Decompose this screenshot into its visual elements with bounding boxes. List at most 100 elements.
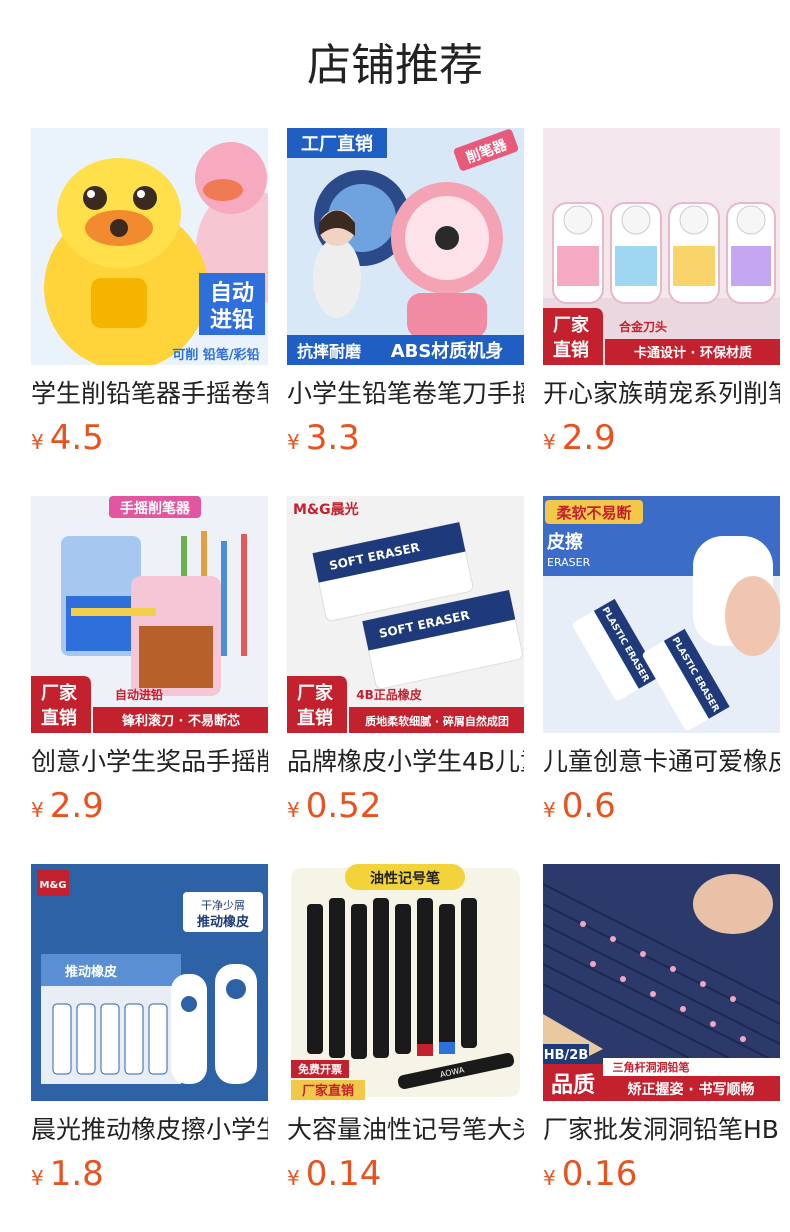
svg-text:自动进铅: 自动进铅 [115,687,163,702]
product-title[interactable]: 儿童创意卡通可爱橡皮 [543,744,780,780]
product-title[interactable]: 创意小学生奖品手摇削 [31,744,268,780]
svg-text:直销: 直销 [297,707,333,729]
svg-text:三角杆洞洞铅笔: 三角杆洞洞铅笔 [613,1060,690,1074]
svg-text:品质: 品质 [551,1073,595,1098]
product-price: ¥0.52 [287,783,524,829]
product-image[interactable]: HB/2B 品质 三角杆洞洞铅笔 矫正握姿 · 书写顺畅 [543,864,780,1101]
currency-symbol: ¥ [543,798,556,822]
plastic-eraser-icon: 柔软不易断 皮擦 ERASER PLASTIC ERASER PLASTIC E… [543,496,780,733]
product-grid: 自动 进铅 可削 铅笔/彩铅 学生削铅笔器手摇卷笔 ¥4.5 工厂直销 削笔器 [31,128,780,1232]
duck-sharpener-icon: 自动 进铅 可削 铅笔/彩铅 [31,128,268,365]
price-value: 2.9 [561,418,616,458]
marker-pens-icon: 油性记号笔 AOWA 免费开票 厂家直销 [287,864,524,1101]
product-card[interactable]: M&G晨光 SOFT ERASER SOFT ERASER 厂家 直销 4B正品… [287,496,524,864]
product-card[interactable]: HB/2B 品质 三角杆洞洞铅笔 矫正握姿 · 书写顺畅 厂家批发洞洞铅笔HB … [543,864,780,1232]
svg-text:质地柔软细腻 · 碎屑自然成团: 质地柔软细腻 · 碎屑自然成团 [365,714,509,728]
product-card[interactable]: 工厂直销 削笔器 抗摔耐磨 ABS材质机身 小学生铅笔卷笔刀手摇 ¥ 3.3 [287,128,524,496]
svg-text:M&G晨光: M&G晨光 [293,501,359,518]
svg-text:抗摔耐磨: 抗摔耐磨 [297,342,361,361]
currency-symbol: ¥ [287,430,300,454]
price-value: 1.8 [49,1154,104,1194]
price-value: 0.6 [561,786,616,826]
product-card[interactable]: M&G 干净少屑 推动橡皮 推动橡皮 晨光推动橡皮擦小学生 ¥ 1.8 [31,864,268,1232]
svg-text:免费开票: 免费开票 [298,1062,342,1076]
product-price: ¥2.9 [31,783,268,829]
product-price: ¥4.5 [31,415,268,461]
svg-text:厂家: 厂家 [553,314,590,336]
product-title[interactable]: 小学生铅笔卷笔刀手摇 [287,376,524,412]
svg-text:4B正品橡皮: 4B正品橡皮 [356,687,422,702]
svg-text:锋利滚刀 · 不易断芯: 锋利滚刀 · 不易断芯 [122,713,240,729]
svg-text:推动橡皮: 推动橡皮 [197,914,249,930]
svg-text:厂家: 厂家 [41,682,78,704]
svg-text:ABS材质机身: ABS材质机身 [391,340,504,362]
currency-symbol: ¥ [31,1166,44,1190]
currency-symbol: ¥ [31,798,44,822]
astronaut-sharpener-icon: 工厂直销 削笔器 抗摔耐磨 ABS材质机身 [287,128,524,365]
badge-line1: 自动 [210,280,254,306]
price-value: 0.52 [305,786,382,826]
product-image[interactable]: 柔软不易断 皮擦 ERASER PLASTIC ERASER PLASTIC E… [543,496,780,733]
pet-sharpeners-icon: 厂家 直销 合金刀头 卡通设计 · 环保材质 [543,128,780,365]
currency-symbol: ¥ [287,798,300,822]
product-card[interactable]: 自动 进铅 可削 铅笔/彩铅 学生削铅笔器手摇卷笔 ¥4.5 [31,128,268,496]
price-value: 2.9 [49,786,104,826]
product-price: ¥3.3 [287,415,524,461]
product-image[interactable]: 油性记号笔 AOWA 免费开票 厂家直销 [287,864,524,1101]
svg-text:推动橡皮: 推动橡皮 [65,964,117,980]
product-title[interactable]: 学生削铅笔器手摇卷笔 [31,376,268,412]
svg-text:厂家: 厂家 [297,682,334,704]
product-card[interactable]: 油性记号笔 AOWA 免费开票 厂家直销 大容量油性记号笔大头 ¥ 0.14 [287,864,524,1232]
product-image[interactable]: 工厂直销 削笔器 抗摔耐磨 ABS材质机身 [287,128,524,365]
product-price: ¥2.9 [543,415,780,461]
svg-text:直销: 直销 [553,339,589,361]
product-title[interactable]: 大容量油性记号笔大头 [287,1112,524,1148]
currency-symbol: ¥ [287,1166,300,1190]
section-title: 店铺推荐 [307,40,483,91]
product-card[interactable]: 手摇削笔器 厂家 直销 自动进铅 锋利滚刀 · 不易断芯 创意小学生奖品手摇削 … [31,496,268,864]
product-image[interactable]: 手摇削笔器 厂家 直销 自动进铅 锋利滚刀 · 不易断芯 [31,496,268,733]
product-image[interactable]: 厂家 直销 合金刀头 卡通设计 · 环保材质 [543,128,780,365]
svg-text:手摇削笔器: 手摇削笔器 [120,500,191,517]
product-price: ¥0.6 [543,783,780,829]
product-title[interactable]: 品牌橡皮小学生4B儿童 [287,744,524,780]
product-image[interactable]: 自动 进铅 可削 铅笔/彩铅 [31,128,268,365]
svg-text:HB/2B: HB/2B [544,1048,589,1063]
push-eraser-icon: M&G 干净少屑 推动橡皮 推动橡皮 [31,864,268,1101]
dot-pencils-icon: HB/2B 品质 三角杆洞洞铅笔 矫正握姿 · 书写顺畅 [543,864,780,1101]
svg-text:ERASER: ERASER [547,556,591,569]
product-card[interactable]: 柔软不易断 皮擦 ERASER PLASTIC ERASER PLASTIC E… [543,496,780,864]
svg-text:M&G: M&G [40,880,67,891]
badge-line2: 进铅 [210,307,254,333]
price-value: 0.16 [561,1154,638,1194]
product-title[interactable]: 开心家族萌宠系列削笔 [543,376,780,412]
svg-text:皮擦: 皮擦 [547,531,583,553]
price-value: 0.14 [305,1154,382,1194]
product-price: ¥0.16 [543,1151,780,1197]
product-card[interactable]: 厂家 直销 合金刀头 卡通设计 · 环保材质 开心家族萌宠系列削笔 ¥2.9 [543,128,780,496]
hand-crank-sharpener-icon: 手摇削笔器 厂家 直销 自动进铅 锋利滚刀 · 不易断芯 [31,496,268,733]
svg-text:厂家直销: 厂家直销 [302,1083,354,1099]
currency-symbol: ¥ [543,1166,556,1190]
product-title[interactable]: 厂家批发洞洞铅笔HB [543,1112,780,1148]
shop-recommend-page: 店铺推荐 自动 进铅 可削 铅笔/彩铅 学生削铅笔器手摇卷笔 ¥ 4.5 工厂直… [0,0,790,1232]
image-caption: 可削 铅笔/彩铅 [172,347,259,363]
svg-text:干净少屑: 干净少屑 [201,898,245,912]
svg-text:合金刀头: 合金刀头 [619,319,667,334]
price-value: 3.3 [305,418,360,458]
svg-text:柔软不易断: 柔软不易断 [556,504,631,522]
svg-text:直销: 直销 [41,707,77,729]
product-image[interactable]: M&G 干净少屑 推动橡皮 推动橡皮 [31,864,268,1101]
svg-text:油性记号笔: 油性记号笔 [370,870,440,887]
svg-text:工厂直销: 工厂直销 [301,133,373,155]
price-value: 4.5 [49,418,104,458]
product-price: ¥0.14 [287,1151,524,1197]
eraser-4b-icon: M&G晨光 SOFT ERASER SOFT ERASER 厂家 直销 4B正品… [287,496,524,733]
product-price: ¥1.8 [31,1151,268,1197]
product-title[interactable]: 晨光推动橡皮擦小学生 [31,1112,268,1148]
currency-symbol: ¥ [31,430,44,454]
product-image[interactable]: M&G晨光 SOFT ERASER SOFT ERASER 厂家 直销 4B正品… [287,496,524,733]
svg-text:卡通设计 · 环保材质: 卡通设计 · 环保材质 [634,345,752,361]
svg-text:矫正握姿 · 书写顺畅: 矫正握姿 · 书写顺畅 [627,1081,754,1098]
currency-symbol: ¥ [543,430,556,454]
